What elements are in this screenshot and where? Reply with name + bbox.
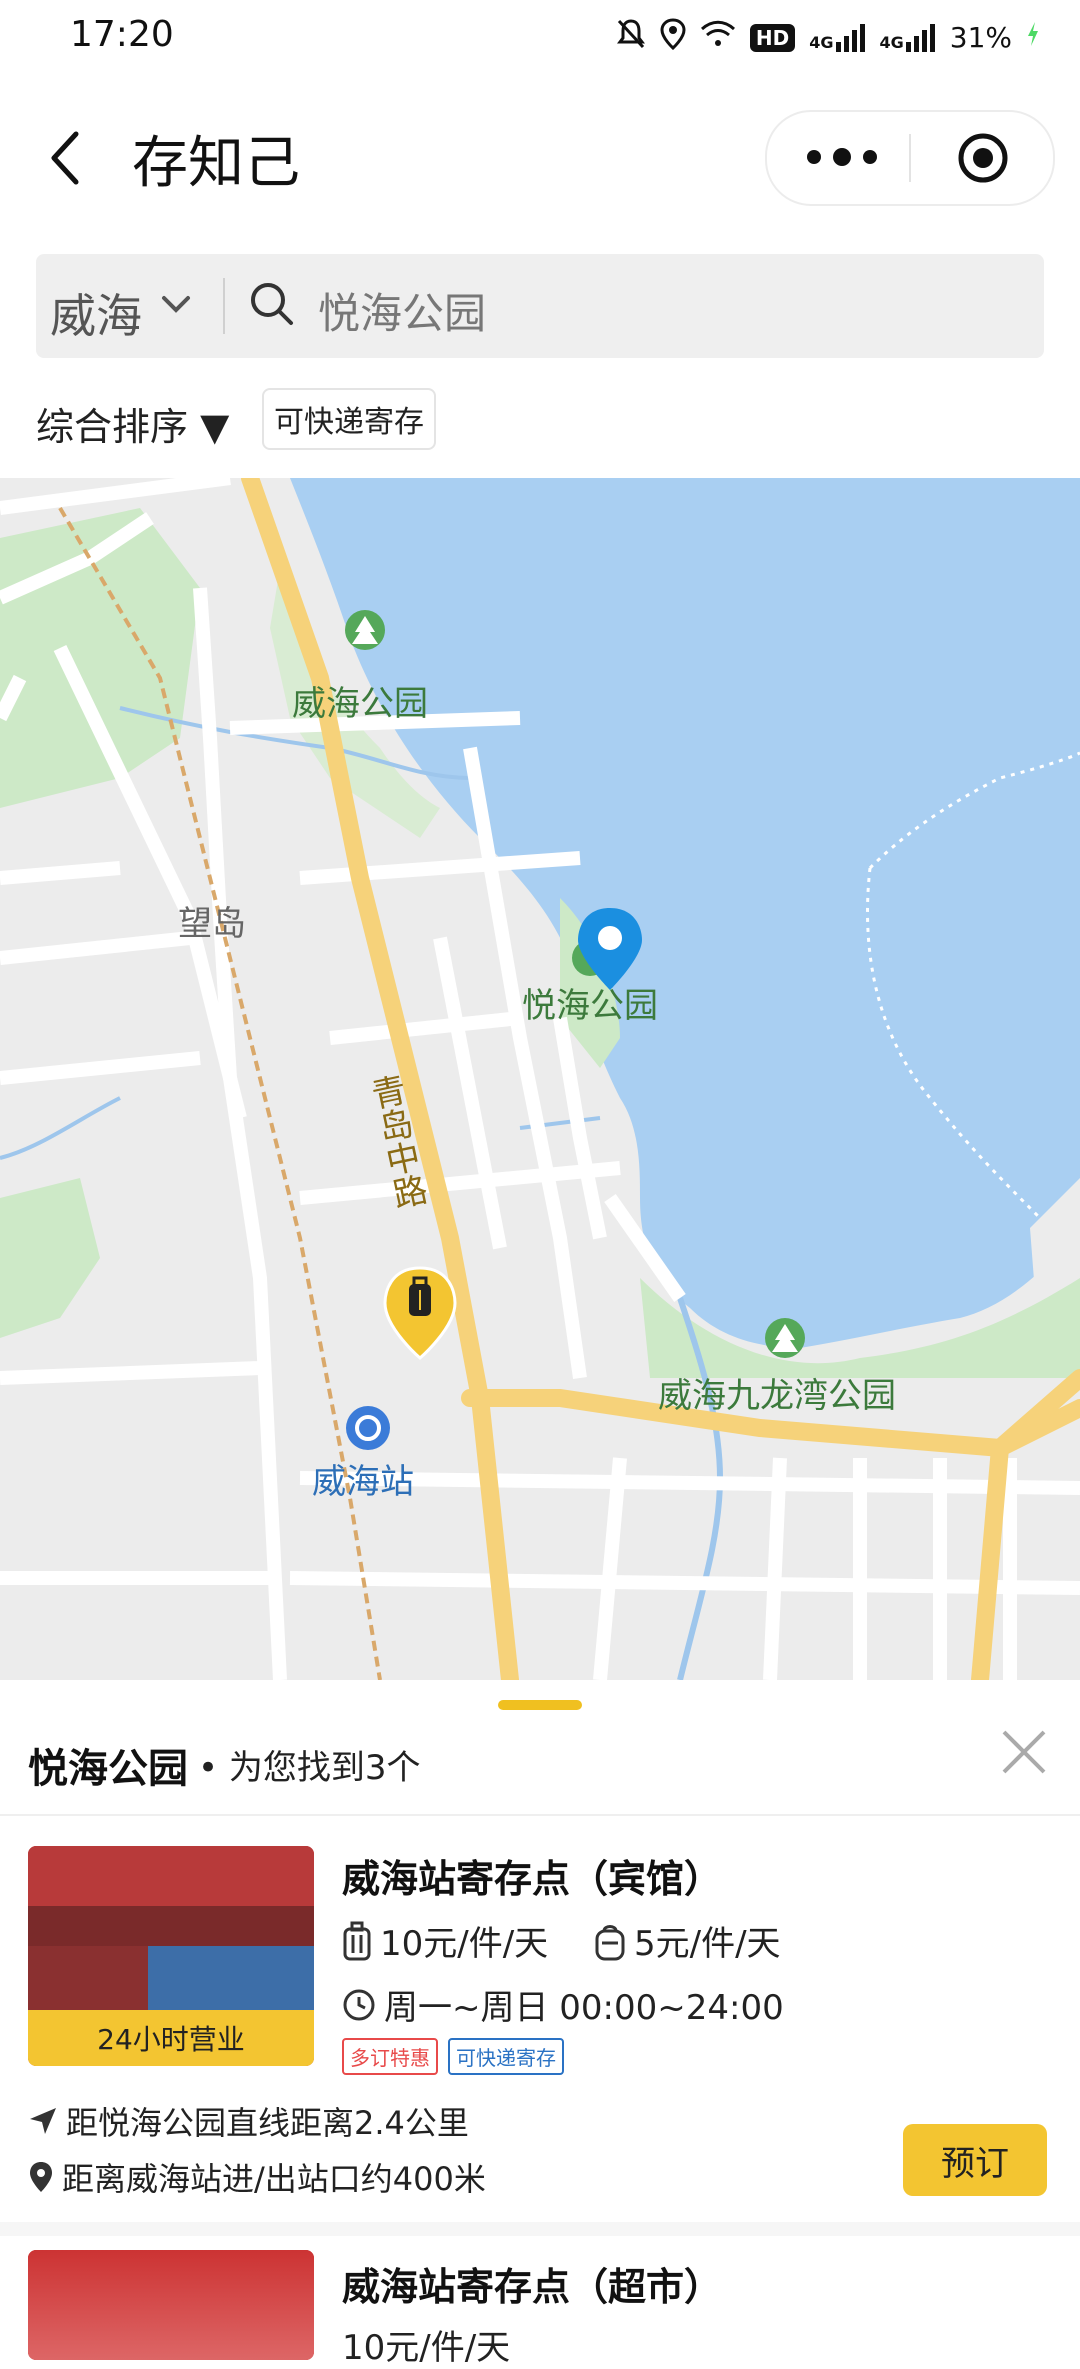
dot-icon xyxy=(807,150,821,164)
luggage-price: 10元/件/天 xyxy=(342,1916,548,1965)
results-count: • 为您找到3个 xyxy=(198,1748,421,1788)
mute-bell-icon xyxy=(616,18,646,57)
opening-hours: 周一~周日 00:00~24:00 xyxy=(342,1980,784,2029)
target-icon xyxy=(958,133,1008,183)
dot-icon xyxy=(863,150,877,164)
charging-icon xyxy=(1026,21,1040,54)
location-icon xyxy=(660,18,686,57)
signal-icon-2: 4G xyxy=(880,23,936,52)
signal-icon-1: 4G xyxy=(809,23,865,52)
backpack-icon xyxy=(595,1924,625,1960)
divider xyxy=(0,1814,1080,1816)
close-miniapp-button[interactable] xyxy=(957,132,1009,184)
hd-badge: HD xyxy=(749,23,796,52)
discount-badge: 多订特惠 xyxy=(342,2038,438,2075)
back-button[interactable] xyxy=(48,130,84,190)
more-button[interactable] xyxy=(807,148,877,166)
dot-icon xyxy=(833,148,851,166)
map-label-park3: 威海九龙湾公园 xyxy=(658,1376,896,1416)
storage-thumbnail[interactable] xyxy=(28,2250,314,2360)
status-icons: HD 4G 4G 31% xyxy=(616,18,1040,57)
open-24h-band: 24小时营业 xyxy=(28,2010,314,2066)
city-selector[interactable]: 威海 xyxy=(50,280,142,346)
chevron-left-icon xyxy=(51,131,79,185)
storage-name[interactable]: 威海站寄存点（宾馆） xyxy=(342,1848,722,1903)
map-label-park1: 威海公园 xyxy=(292,684,428,724)
storage-badges: 多订特惠 可快递寄存 xyxy=(342,2038,564,2075)
results-keyword: 悦海公园 xyxy=(28,1746,188,1792)
bag-price: 5元/件/天 xyxy=(594,1916,781,1965)
express-storage-filter[interactable]: 可快递寄存 xyxy=(262,388,436,450)
miniapp-capsule xyxy=(765,110,1055,206)
location-pin-icon xyxy=(30,2162,52,2192)
straight-distance: 距悦海公园直线距离2.4公里 xyxy=(28,2098,469,2144)
sheet-handle[interactable] xyxy=(498,1700,582,1710)
close-sheet-button[interactable] xyxy=(1000,1728,1048,1780)
station-distance: 距离威海站进/出站口约400米 xyxy=(28,2154,486,2200)
search-icon xyxy=(248,280,296,332)
search-divider xyxy=(223,278,225,334)
clock-icon xyxy=(343,1989,375,2020)
wifi-icon xyxy=(700,20,736,55)
close-icon xyxy=(1002,1730,1046,1774)
chevron-down-icon[interactable] xyxy=(158,286,194,326)
navigation-arrow-icon xyxy=(30,2108,56,2134)
search-input[interactable]: 悦海公园 xyxy=(318,280,486,341)
capsule-divider xyxy=(909,134,911,182)
battery-text: 31% xyxy=(949,21,1012,54)
map-view[interactable]: 威海公园 望岛 悦海公园 青岛中路 威海站 威海九龙湾公园 xyxy=(0,478,1080,1680)
luggage-icon xyxy=(343,1921,371,1960)
map-label-district: 望岛 xyxy=(178,904,246,944)
page-title: 存知己 xyxy=(132,131,300,196)
search-bar: 威海 悦海公园 xyxy=(36,254,1044,358)
book-button[interactable]: 预订 xyxy=(903,2124,1047,2196)
item-divider xyxy=(0,2222,1080,2236)
status-bar: 17:20 HD 4G 4G 31% xyxy=(0,0,1080,80)
sort-dropdown[interactable]: 综合排序 ▼ xyxy=(36,396,229,451)
luggage-price: 10元/件/天 xyxy=(342,2328,511,2368)
storage-name[interactable]: 威海站寄存点（超市） xyxy=(342,2256,722,2311)
storage-thumbnail[interactable]: 24小时营业 xyxy=(28,1846,314,2066)
map-label-park2: 悦海公园 xyxy=(522,986,658,1026)
status-time: 17:20 xyxy=(70,14,174,55)
express-badge: 可快递寄存 xyxy=(448,2038,564,2075)
map-label-station: 威海站 xyxy=(312,1462,414,1502)
map-canvas xyxy=(0,478,1080,1680)
